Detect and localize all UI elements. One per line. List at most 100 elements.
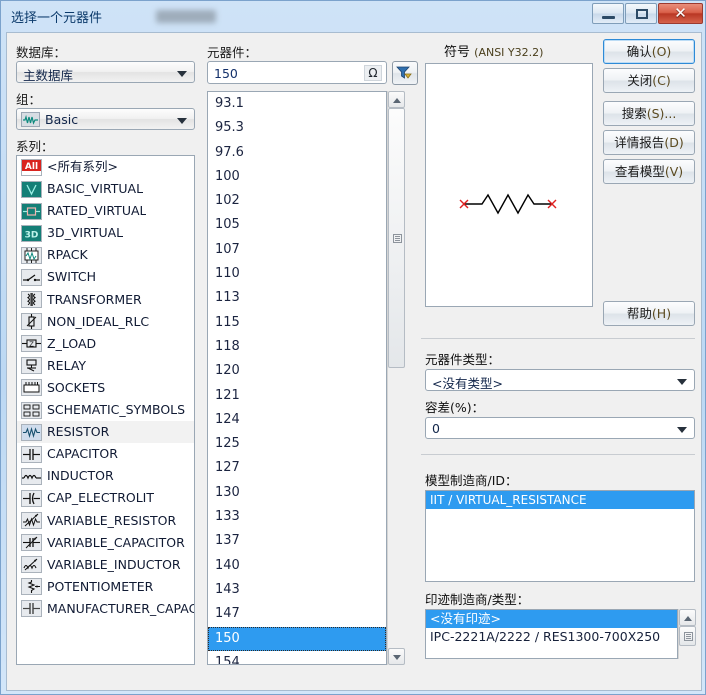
component-item[interactable]: 125 bbox=[208, 432, 386, 456]
component-item[interactable]: 121 bbox=[208, 384, 386, 408]
component-item[interactable]: 150 bbox=[208, 626, 386, 651]
series-listbox[interactable]: All <所有系列> BASIC_VIRTUAL RATED_VIRTUAL 3D 3D_… bbox=[16, 155, 195, 665]
component-item[interactable]: 147 bbox=[208, 602, 386, 626]
series-item-label: VARIABLE_INDUCTOR bbox=[47, 556, 181, 572]
minimize-button[interactable] bbox=[592, 3, 624, 24]
group-combo[interactable]: Basic bbox=[16, 108, 195, 130]
component-item[interactable]: 93.1 bbox=[208, 92, 386, 116]
series-item-[interactable]: All <所有系列> bbox=[17, 156, 194, 178]
maximize-icon bbox=[636, 9, 648, 19]
series-item-label: VARIABLE_RESISTOR bbox=[47, 512, 177, 528]
footprint-item[interactable]: <没有印迹> bbox=[426, 610, 677, 628]
close-window-button[interactable]: ✕ bbox=[658, 3, 703, 24]
component-item[interactable]: 143 bbox=[208, 578, 386, 602]
series-item-potentiometer[interactable]: POTENTIOMETER bbox=[17, 576, 194, 598]
filter-funnel-icon bbox=[396, 66, 412, 79]
resistor-schematic-symbol bbox=[459, 193, 557, 215]
component-list-scrollbar[interactable] bbox=[387, 91, 405, 665]
series-item-label: Z_LOAD bbox=[47, 335, 97, 351]
database-combo[interactable]: 主数据库 bbox=[16, 61, 195, 83]
component-item[interactable]: 133 bbox=[208, 505, 386, 529]
series-item-basic-virtual[interactable]: BASIC_VIRTUAL bbox=[17, 178, 194, 200]
component-search-value: 150 bbox=[214, 66, 238, 81]
component-item[interactable]: 120 bbox=[208, 359, 386, 383]
schematic-symbols-icon bbox=[21, 401, 42, 419]
model-manufacturer-listbox[interactable]: IIT / VIRTUAL_RESISTANCE bbox=[425, 490, 695, 582]
component-item[interactable]: 127 bbox=[208, 456, 386, 480]
series-item-label: SCHEMATIC_SYMBOLS bbox=[47, 402, 186, 418]
filter-button[interactable] bbox=[392, 61, 418, 85]
series-item-resistor[interactable]: RESISTOR bbox=[17, 421, 194, 444]
series-item-switch[interactable]: SWITCH bbox=[17, 266, 194, 288]
close-button-mnemonic: (C) bbox=[652, 73, 671, 88]
help-button[interactable]: 帮助(H) bbox=[603, 301, 695, 326]
component-item[interactable]: 137 bbox=[208, 529, 386, 553]
component-item[interactable]: 102 bbox=[208, 189, 386, 213]
component-item[interactable]: 154 bbox=[208, 651, 386, 664]
relay-icon bbox=[21, 357, 42, 375]
close-button[interactable]: 关闭(C) bbox=[603, 68, 695, 93]
scroll-thumb[interactable] bbox=[388, 108, 405, 368]
title-bar[interactable]: 选择一个元器件 ✕ bbox=[1, 1, 706, 32]
view-model-button[interactable]: 查看模型(V) bbox=[603, 159, 695, 184]
component-item[interactable]: 130 bbox=[208, 481, 386, 505]
component-item[interactable]: 95.3 bbox=[208, 116, 386, 140]
search-button-mnemonic: (S)... bbox=[646, 106, 677, 121]
footprint-scrollbar[interactable] bbox=[678, 609, 696, 659]
series-item-rpack[interactable]: RPACK bbox=[17, 244, 194, 266]
component-item[interactable]: 115 bbox=[208, 311, 386, 335]
component-item[interactable]: 140 bbox=[208, 554, 386, 578]
component-item[interactable]: 110 bbox=[208, 262, 386, 286]
symbol-title: 符号 (ANSI Y32.2) bbox=[444, 41, 543, 60]
series-item-variable-inductor[interactable]: VARIABLE_INDUCTOR bbox=[17, 554, 194, 576]
component-label: 元器件： bbox=[207, 45, 258, 60]
footprint-scroll-thumb[interactable] bbox=[679, 626, 696, 646]
series-item-label: RELAY bbox=[47, 357, 87, 373]
scroll-up-button[interactable] bbox=[388, 91, 405, 108]
footprint-scroll-up-button[interactable] bbox=[679, 609, 696, 626]
close-icon: ✕ bbox=[674, 4, 687, 22]
series-item-relay[interactable]: RELAY bbox=[17, 355, 194, 377]
series-item-variable-capacitor[interactable]: VARIABLE_CAPACITOR bbox=[17, 532, 194, 554]
detail-report-button[interactable]: 详情报告(D) bbox=[603, 130, 695, 155]
series-item-manufacturer-capac[interactable]: MANUFACTURER_CAPAC bbox=[17, 598, 194, 620]
component-type-combo[interactable]: <没有类型> bbox=[425, 369, 695, 391]
switch-icon bbox=[21, 269, 42, 287]
scroll-down-button[interactable] bbox=[388, 648, 405, 665]
confirm-button[interactable]: 确认(O) bbox=[603, 39, 695, 64]
component-item[interactable]: 97.6 bbox=[208, 141, 386, 165]
series-item-z-load[interactable]: Z Z_LOAD bbox=[17, 333, 194, 355]
variable-capacitor-icon bbox=[21, 534, 42, 552]
footprint-listbox[interactable]: <没有印迹> IPC-2221A/2222 / RES1300-700X250 bbox=[425, 609, 678, 659]
series-item-inductor[interactable]: INDUCTOR bbox=[17, 465, 194, 487]
component-item[interactable]: 105 bbox=[208, 213, 386, 237]
component-item[interactable]: 118 bbox=[208, 335, 386, 359]
series-item-3d-virtual[interactable]: 3D 3D_VIRTUAL bbox=[17, 222, 194, 244]
series-item-label: <所有系列> bbox=[47, 159, 118, 174]
component-item[interactable]: 100 bbox=[208, 165, 386, 189]
series-item-rated-virtual[interactable]: RATED_VIRTUAL bbox=[17, 200, 194, 222]
svg-text:All: All bbox=[25, 162, 38, 172]
series-item-transformer[interactable]: TRANSFORMER bbox=[17, 289, 194, 311]
series-item-label: VARIABLE_CAPACITOR bbox=[47, 534, 185, 550]
footprint-item[interactable]: IPC-2221A/2222 / RES1300-700X250 bbox=[426, 628, 677, 646]
component-item[interactable]: 113 bbox=[208, 286, 386, 310]
component-item[interactable]: 124 bbox=[208, 408, 386, 432]
group-label: 组： bbox=[16, 92, 42, 107]
series-item-schematic-symbols[interactable]: SCHEMATIC_SYMBOLS bbox=[17, 399, 194, 421]
component-search-input[interactable]: 150 Ω bbox=[207, 61, 387, 84]
series-item-non-ideal-rlc[interactable]: NON_IDEAL_RLC bbox=[17, 311, 194, 333]
search-button[interactable]: 搜索(S)... bbox=[603, 101, 695, 126]
model-manufacturer-item[interactable]: IIT / VIRTUAL_RESISTANCE bbox=[426, 491, 694, 509]
series-item-sockets[interactable]: SOCKETS bbox=[17, 377, 194, 399]
component-item[interactable]: 107 bbox=[208, 238, 386, 262]
component-listbox[interactable]: 93.1 95.3 97.6 100 102 105 107 110 113 115 118 120 1… bbox=[207, 91, 387, 665]
series-item-capacitor[interactable]: CAPACITOR bbox=[17, 443, 194, 465]
maximize-button[interactable] bbox=[625, 3, 657, 24]
tolerance-value: 0 bbox=[432, 421, 440, 436]
series-item-cap-electrolit[interactable]: CAP_ELECTROLIT bbox=[17, 487, 194, 509]
grip-icon bbox=[684, 632, 693, 641]
tolerance-combo[interactable]: 0 bbox=[425, 417, 695, 439]
chevron-down-icon bbox=[177, 118, 187, 124]
series-item-variable-resistor[interactable]: VARIABLE_RESISTOR bbox=[17, 510, 194, 532]
